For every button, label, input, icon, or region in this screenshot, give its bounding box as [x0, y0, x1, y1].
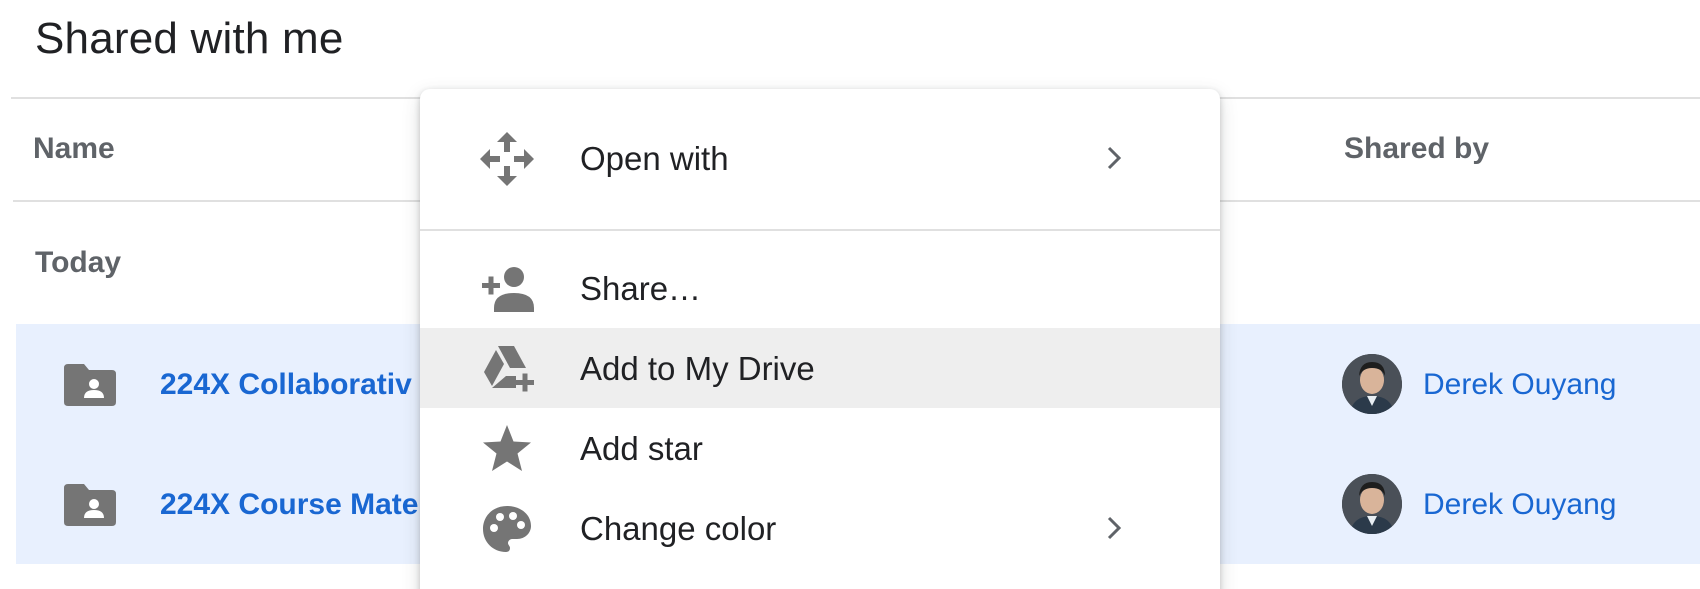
avatar [1342, 474, 1402, 534]
star-icon [483, 425, 531, 471]
group-label-today: Today [35, 246, 122, 279]
menu-item-label: Add star [580, 430, 703, 467]
file-name[interactable]: 224X Collaborativ [160, 368, 412, 402]
menu-item-add-star[interactable]: Add star [420, 408, 1220, 488]
shared-by-name[interactable]: Derek Ouyang [1423, 488, 1616, 522]
palette-icon [483, 506, 531, 552]
column-header-shared-by[interactable]: Shared by [1344, 132, 1489, 166]
page-title: Shared with me [35, 14, 344, 63]
menu-item-share[interactable]: Share… [420, 248, 1220, 328]
add-to-drive-icon [484, 346, 534, 392]
open-with-icon [480, 132, 534, 186]
avatar [1342, 354, 1402, 414]
chevron-right-icon [1107, 516, 1122, 540]
menu-divider [420, 229, 1220, 231]
menu-item-open-with[interactable]: Open with [420, 118, 1220, 198]
menu-item-label: Change color [580, 510, 777, 547]
add-person-icon [482, 267, 534, 312]
file-name[interactable]: 224X Course Mate [160, 488, 418, 522]
shared-folder-icon [64, 484, 116, 526]
menu-item-label: Share… [580, 270, 702, 307]
context-menu: Open with Share… Add to My Drive Add sta… [420, 89, 1220, 589]
chevron-right-icon [1107, 146, 1122, 170]
shared-by-name[interactable]: Derek Ouyang [1423, 368, 1616, 402]
menu-item-change-color[interactable]: Change color [420, 488, 1220, 568]
menu-item-label: Open with [580, 140, 729, 177]
shared-folder-icon [64, 364, 116, 406]
column-header-name[interactable]: Name [33, 132, 115, 166]
menu-item-add-to-my-drive[interactable]: Add to My Drive [420, 328, 1220, 408]
menu-item-label: Add to My Drive [580, 350, 815, 387]
